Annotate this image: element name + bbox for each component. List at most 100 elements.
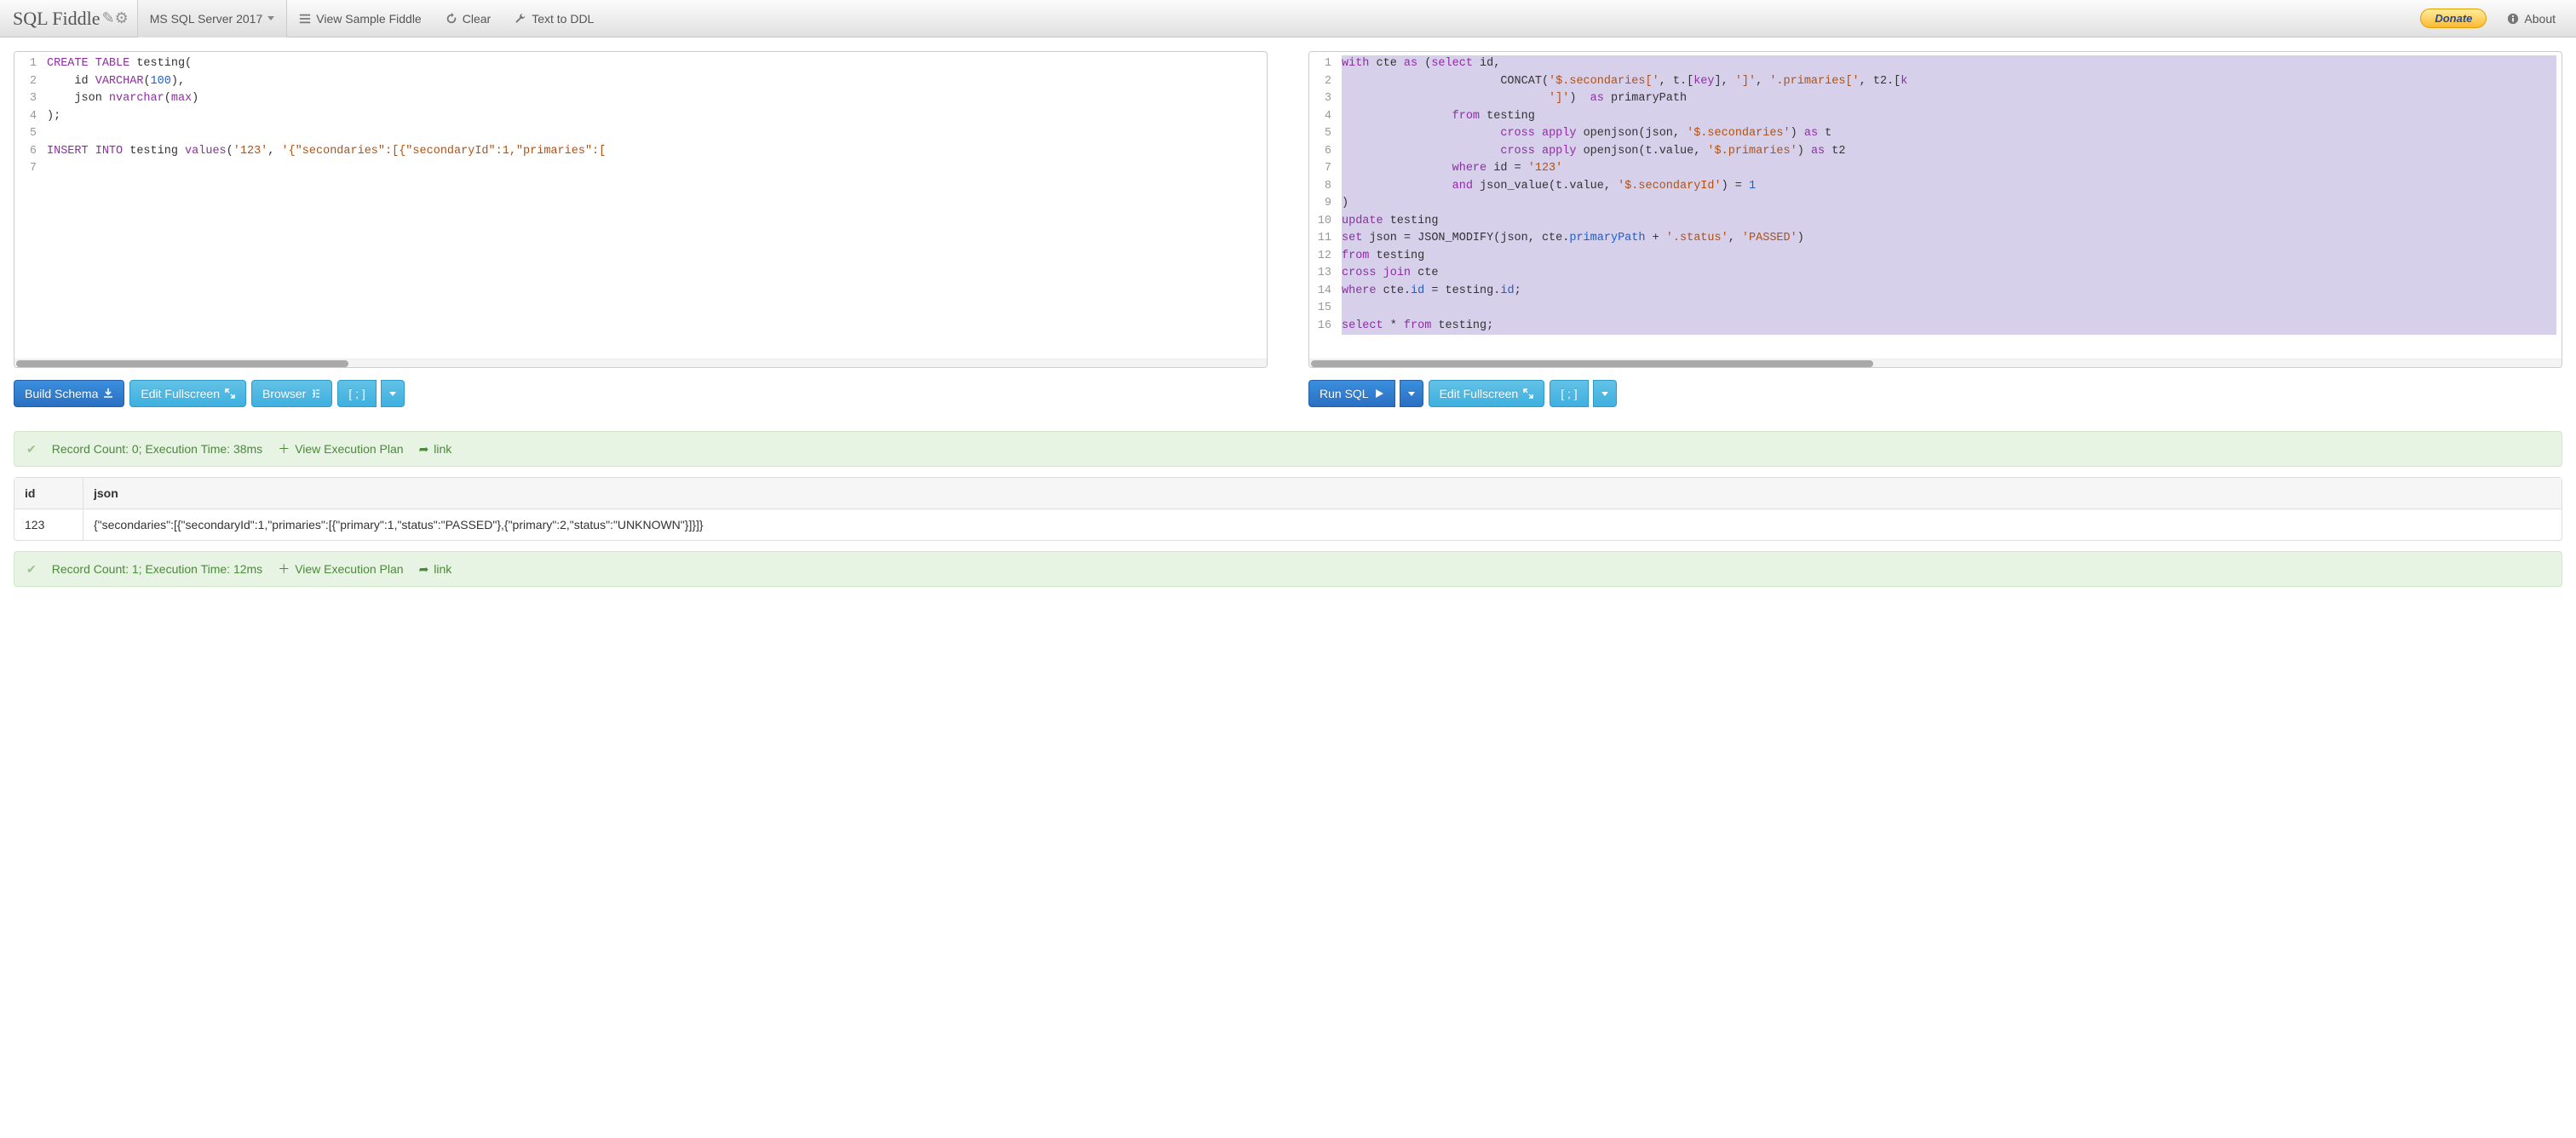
- code-line[interactable]: [47, 125, 1262, 143]
- code-line[interactable]: select * from testing;: [1342, 318, 2556, 336]
- code-line[interactable]: INSERT INTO testing values('123', '{"sec…: [47, 143, 1262, 161]
- navbar: SQL Fiddle ✎⚙ MS SQL Server 2017 View Sa…: [0, 0, 2576, 37]
- brand-text: SQL Fiddle: [13, 8, 100, 30]
- run-sql-label: Run SQL: [1320, 387, 1369, 400]
- text-to-ddl-label: Text to DDL: [532, 12, 594, 26]
- code-line[interactable]: cross apply openjson(t.value, '$.primari…: [1342, 143, 2556, 161]
- about-label: About: [2524, 12, 2556, 26]
- format-query-button[interactable]: [ ; ]: [1550, 380, 1588, 407]
- query-hscroll-thumb[interactable]: [1311, 360, 1873, 367]
- query-editor[interactable]: 12345678910111213141516 with cte as (sel…: [1308, 51, 2562, 368]
- plus-icon: ＋: [278, 440, 290, 457]
- editor-panels: 1234567 CREATE TABLE testing( id VARCHAR…: [0, 37, 2576, 421]
- clear-label: Clear: [463, 12, 491, 26]
- db-selector-label: MS SQL Server 2017: [150, 12, 263, 26]
- donate-label: Donate: [2435, 12, 2472, 25]
- view-plan-link-2[interactable]: ＋ View Execution Plan: [278, 560, 403, 578]
- download-icon: [103, 388, 113, 399]
- info-icon: [2507, 13, 2519, 25]
- format-query-dropdown[interactable]: [1593, 380, 1617, 407]
- code-line[interactable]: set json = JSON_MODIFY(json, cte.primary…: [1342, 230, 2556, 248]
- text-to-ddl[interactable]: Text to DDL: [503, 0, 606, 37]
- permalink-label-1: link: [434, 442, 451, 456]
- code-line[interactable]: [1342, 300, 2556, 318]
- results-head: idjson: [14, 478, 2562, 509]
- status-bar-2: ✔ Record Count: 1; Execution Time: 12ms …: [14, 551, 2562, 587]
- view-plan-link-1[interactable]: ＋ View Execution Plan: [278, 440, 403, 457]
- edit-fullscreen-schema-button[interactable]: Edit Fullscreen: [129, 380, 246, 407]
- code-line[interactable]: ']') as primaryPath: [1342, 90, 2556, 108]
- schema-panel: 1234567 CREATE TABLE testing( id VARCHAR…: [14, 51, 1268, 407]
- expand-icon: [225, 388, 235, 399]
- results-body: 123{"secondaries":[{"secondaryId":1,"pri…: [14, 509, 2562, 540]
- edit-fullscreen-label: Edit Fullscreen: [141, 387, 220, 400]
- code-line[interactable]: json nvarchar(max): [47, 90, 1262, 108]
- query-lines[interactable]: with cte as (select id, CONCAT('$.second…: [1337, 52, 2562, 359]
- schema-hscroll[interactable]: [14, 359, 1267, 367]
- code-line[interactable]: cross join cte: [1342, 265, 2556, 283]
- status-summary-2: Record Count: 1; Execution Time: 12ms: [52, 562, 262, 576]
- play-icon: [1374, 388, 1384, 399]
- format-schema-dropdown[interactable]: [381, 380, 405, 407]
- browser-label: Browser: [262, 387, 306, 400]
- schema-code-area[interactable]: 1234567 CREATE TABLE testing( id VARCHAR…: [14, 52, 1267, 359]
- tree-icon: [311, 388, 321, 399]
- view-sample-fiddle[interactable]: View Sample Fiddle: [287, 0, 433, 37]
- db-selector-dropdown[interactable]: MS SQL Server 2017: [137, 0, 288, 37]
- table-cell: 123: [14, 509, 83, 540]
- code-line[interactable]: from testing: [1342, 108, 2556, 126]
- schema-lines[interactable]: CREATE TABLE testing( id VARCHAR(100), j…: [42, 52, 1267, 359]
- code-line[interactable]: cross apply openjson(json, '$.secondarie…: [1342, 125, 2556, 143]
- results-table: idjson 123{"secondaries":[{"secondaryId"…: [14, 477, 2562, 541]
- build-schema-button[interactable]: Build Schema: [14, 380, 124, 407]
- code-line[interactable]: CONCAT('$.secondaries[', t.[key], ']', '…: [1342, 73, 2556, 91]
- table-cell: {"secondaries":[{"secondaryId":1,"primar…: [83, 509, 2562, 540]
- query-button-row: Run SQL Edit Fullscreen [ ; ]: [1308, 380, 2562, 407]
- code-line[interactable]: ): [1342, 195, 2556, 213]
- query-gutter: 12345678910111213141516: [1309, 52, 1337, 359]
- share-icon: ➦: [419, 562, 429, 577]
- chevron-down-icon: [1408, 392, 1415, 396]
- schema-hscroll-thumb[interactable]: [16, 360, 348, 367]
- query-code-area[interactable]: 12345678910111213141516 with cte as (sel…: [1309, 52, 2562, 359]
- code-line[interactable]: from testing: [1342, 248, 2556, 266]
- chevron-down-icon: [267, 16, 274, 20]
- code-line[interactable]: );: [47, 108, 1262, 126]
- code-line[interactable]: [47, 160, 1262, 178]
- permalink-2[interactable]: ➦ link: [419, 562, 452, 577]
- edit-fullscreen-label-2: Edit Fullscreen: [1440, 387, 1519, 400]
- status-bar-1: ✔ Record Count: 0; Execution Time: 38ms …: [14, 431, 2562, 467]
- browser-button[interactable]: Browser: [251, 380, 332, 407]
- donate-button[interactable]: Donate: [2420, 9, 2487, 28]
- code-line[interactable]: and json_value(t.value, '$.secondaryId')…: [1342, 178, 2556, 196]
- query-panel: 12345678910111213141516 with cte as (sel…: [1308, 51, 2562, 407]
- code-line[interactable]: where id = '123': [1342, 160, 2556, 178]
- code-line[interactable]: update testing: [1342, 213, 2556, 231]
- query-hscroll[interactable]: [1309, 359, 2562, 367]
- code-line[interactable]: with cte as (select id,: [1342, 55, 2556, 73]
- code-line[interactable]: CREATE TABLE testing(: [47, 55, 1262, 73]
- permalink-label-2: link: [434, 562, 451, 576]
- run-sql-dropdown[interactable]: [1400, 380, 1423, 407]
- clear-button[interactable]: Clear: [434, 0, 503, 37]
- code-line[interactable]: id VARCHAR(100),: [47, 73, 1262, 91]
- brand[interactable]: SQL Fiddle ✎⚙: [9, 8, 137, 30]
- format-schema-button[interactable]: [ ; ]: [337, 380, 376, 407]
- wrench-icon: [515, 13, 526, 25]
- about-button[interactable]: About: [2495, 0, 2567, 37]
- column-header: id: [14, 478, 83, 509]
- run-sql-button[interactable]: Run SQL: [1308, 380, 1395, 407]
- plus-icon: ＋: [278, 560, 290, 578]
- view-plan-label-1: View Execution Plan: [295, 442, 403, 456]
- table-row: 123{"secondaries":[{"secondaryId":1,"pri…: [14, 509, 2562, 540]
- view-sample-label: View Sample Fiddle: [316, 12, 421, 26]
- edit-fullscreen-query-button[interactable]: Edit Fullscreen: [1429, 380, 1545, 407]
- schema-editor[interactable]: 1234567 CREATE TABLE testing( id VARCHAR…: [14, 51, 1268, 368]
- format-label-2: [ ; ]: [1561, 387, 1577, 400]
- results-header-row: idjson: [14, 478, 2562, 509]
- check-icon: ✔: [26, 442, 37, 457]
- permalink-1[interactable]: ➦ link: [419, 442, 452, 457]
- schema-gutter: 1234567: [14, 52, 42, 359]
- schema-button-row: Build Schema Edit Fullscreen Browser [ ;…: [14, 380, 1268, 407]
- code-line[interactable]: where cte.id = testing.id;: [1342, 283, 2556, 301]
